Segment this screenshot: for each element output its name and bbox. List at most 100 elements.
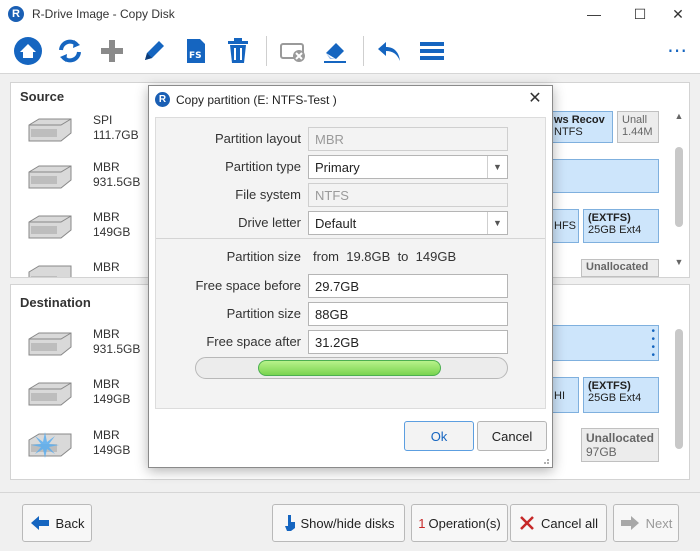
- menu-button[interactable]: [412, 31, 452, 71]
- destination-partition-unallocated[interactable]: Unallocated 97GB: [581, 428, 659, 462]
- pointer-hand-icon: [284, 515, 295, 531]
- back-button[interactable]: Back: [22, 504, 92, 542]
- destination-disk-2[interactable]: MBR 149GB: [25, 377, 165, 417]
- source-scrollbar[interactable]: ▲ ▼: [673, 111, 685, 271]
- eraser-button[interactable]: [315, 31, 355, 71]
- menu-icon: [420, 41, 444, 60]
- app-logo-icon: R: [8, 6, 24, 22]
- disk-eject-icon: [280, 42, 305, 62]
- undo-button[interactable]: [370, 31, 410, 71]
- disk-label: MBR 931.5GB: [93, 160, 141, 189]
- ok-button[interactable]: Ok: [404, 421, 474, 451]
- destination-panel-title: Destination: [20, 295, 91, 310]
- partition-layout-field: MBR: [308, 127, 508, 151]
- source-partition-extfs[interactable]: (EXTFS) 25GB Ext4: [583, 209, 659, 243]
- destination-partition[interactable]: HI: [549, 377, 579, 413]
- home-button[interactable]: [8, 31, 48, 71]
- source-disk-4[interactable]: MBR: [25, 260, 165, 277]
- toolbar-separator: [363, 35, 364, 66]
- next-button[interactable]: Next: [613, 504, 679, 542]
- hard-disk-icon: [28, 332, 72, 356]
- app-window: R R-Drive Image - Copy Disk — ☐ ✕ FS ⋯ S…: [0, 0, 700, 551]
- arrow-right-icon: [620, 516, 639, 530]
- dialog-title-bar: R Copy partition (E: NTFS-Test ) ✕: [149, 86, 552, 113]
- free-space-before-input[interactable]: 29.7GB: [308, 274, 508, 298]
- scrollbar-thumb[interactable]: [675, 329, 683, 449]
- cancel-all-button[interactable]: Cancel all: [510, 504, 607, 542]
- dialog-body: Partition layout MBR Partition type Prim…: [155, 117, 546, 409]
- add-button[interactable]: [92, 31, 132, 71]
- partition-size-slider[interactable]: [195, 357, 508, 379]
- window-title: R-Drive Image - Copy Disk: [32, 7, 175, 21]
- hard-disk-sparkle-icon: [28, 432, 72, 458]
- source-partition-unallocated[interactable]: Unallocated: [581, 259, 659, 277]
- source-disk-3[interactable]: MBR 149GB: [25, 210, 165, 250]
- show-hide-disks-button[interactable]: Show/hide disks: [272, 504, 405, 542]
- more-options-icon[interactable]: ⋯: [667, 38, 688, 63]
- arrow-left-icon: [30, 516, 49, 530]
- hard-disk-icon: [28, 165, 72, 189]
- destination-partition-selected[interactable]: • • • •: [549, 325, 659, 361]
- app-logo-icon: R: [155, 92, 170, 107]
- refresh-button[interactable]: [50, 31, 90, 71]
- bottom-bar: Back Show/hide disks 1 Operation(s) Cance…: [0, 492, 700, 551]
- chevron-down-icon: ▼: [487, 212, 507, 234]
- free-space-before-row: Free space before 29.7GB: [156, 274, 547, 298]
- disk-label: MBR 149GB: [93, 428, 131, 457]
- partition-size-input[interactable]: 88GB: [308, 302, 508, 326]
- edit-icon: [145, 40, 164, 60]
- source-disk-2[interactable]: MBR 931.5GB: [25, 160, 165, 200]
- source-partition[interactable]: ws Recov NTFS: [549, 111, 613, 143]
- title-bar: R R-Drive Image - Copy Disk — ☐ ✕: [0, 0, 700, 28]
- partition-type-select[interactable]: Primary ▼: [308, 155, 508, 179]
- source-partition[interactable]: HFS: [549, 209, 579, 243]
- file-system-button[interactable]: FS: [176, 31, 216, 71]
- cancel-button[interactable]: Cancel: [477, 421, 547, 451]
- drive-letter-row: Drive letter Default ▼: [156, 211, 547, 235]
- operations-button[interactable]: 1 Operation(s): [411, 504, 508, 542]
- svg-text:FS: FS: [189, 51, 202, 61]
- minimize-button[interactable]: —: [572, 0, 616, 28]
- delete-icon: [228, 37, 248, 63]
- edit-button[interactable]: [134, 31, 174, 71]
- scroll-up-icon[interactable]: ▲: [673, 111, 685, 123]
- destination-disk-3[interactable]: MBR 149GB: [25, 428, 165, 468]
- delete-button[interactable]: [218, 31, 258, 71]
- disk-eject-button[interactable]: [273, 31, 313, 71]
- toolbar: FS ⋯: [0, 28, 700, 74]
- disk-label: MBR 931.5GB: [93, 327, 141, 356]
- scrollbar-thumb[interactable]: [675, 147, 683, 227]
- operations-count: 1: [418, 515, 426, 531]
- resize-grip-icon[interactable]: [540, 455, 550, 465]
- scroll-down-icon[interactable]: ▼: [673, 257, 685, 269]
- source-partition-selected[interactable]: [549, 159, 659, 193]
- source-partition-unallocated[interactable]: Unall 1.44M: [617, 111, 659, 143]
- disk-label: SPI 111.7GB: [93, 113, 139, 142]
- partition-size-range-row: Partition size from 19.8GB to 149GB: [226, 249, 457, 264]
- slider-partition-handle[interactable]: [258, 360, 441, 376]
- partition-size-range: from 19.8GB to 149GB: [313, 249, 457, 264]
- copy-partition-dialog: R Copy partition (E: NTFS-Test ) ✕ Parti…: [148, 85, 553, 468]
- free-space-after-input[interactable]: 31.2GB: [308, 330, 508, 354]
- free-space-after-row: Free space after 31.2GB: [156, 330, 547, 354]
- disk-label: MBR 149GB: [93, 210, 131, 239]
- destination-scrollbar[interactable]: [673, 325, 685, 473]
- drag-handle-icon[interactable]: • • • •: [651, 327, 655, 361]
- form-divider: [156, 238, 545, 239]
- close-window-button[interactable]: ✕: [656, 0, 700, 28]
- drive-letter-select[interactable]: Default ▼: [308, 211, 508, 235]
- disk-label: MBR: [93, 260, 120, 274]
- dialog-title: Copy partition (E: NTFS-Test ): [176, 92, 337, 107]
- destination-disk-1[interactable]: MBR 931.5GB: [25, 327, 165, 367]
- file-system-field: NTFS: [308, 183, 508, 207]
- hard-disk-icon: [28, 118, 72, 142]
- dialog-close-icon[interactable]: ✕: [524, 89, 546, 109]
- refresh-icon: [59, 39, 81, 62]
- destination-partition-extfs[interactable]: (EXTFS) 25GB Ext4: [583, 377, 659, 413]
- chevron-down-icon: ▼: [487, 156, 507, 178]
- add-icon: [101, 39, 123, 62]
- source-disk-1[interactable]: SPI 111.7GB: [25, 113, 165, 153]
- partition-layout-row: Partition layout MBR: [156, 127, 547, 151]
- undo-icon: [378, 41, 400, 61]
- hard-disk-icon: [28, 265, 72, 277]
